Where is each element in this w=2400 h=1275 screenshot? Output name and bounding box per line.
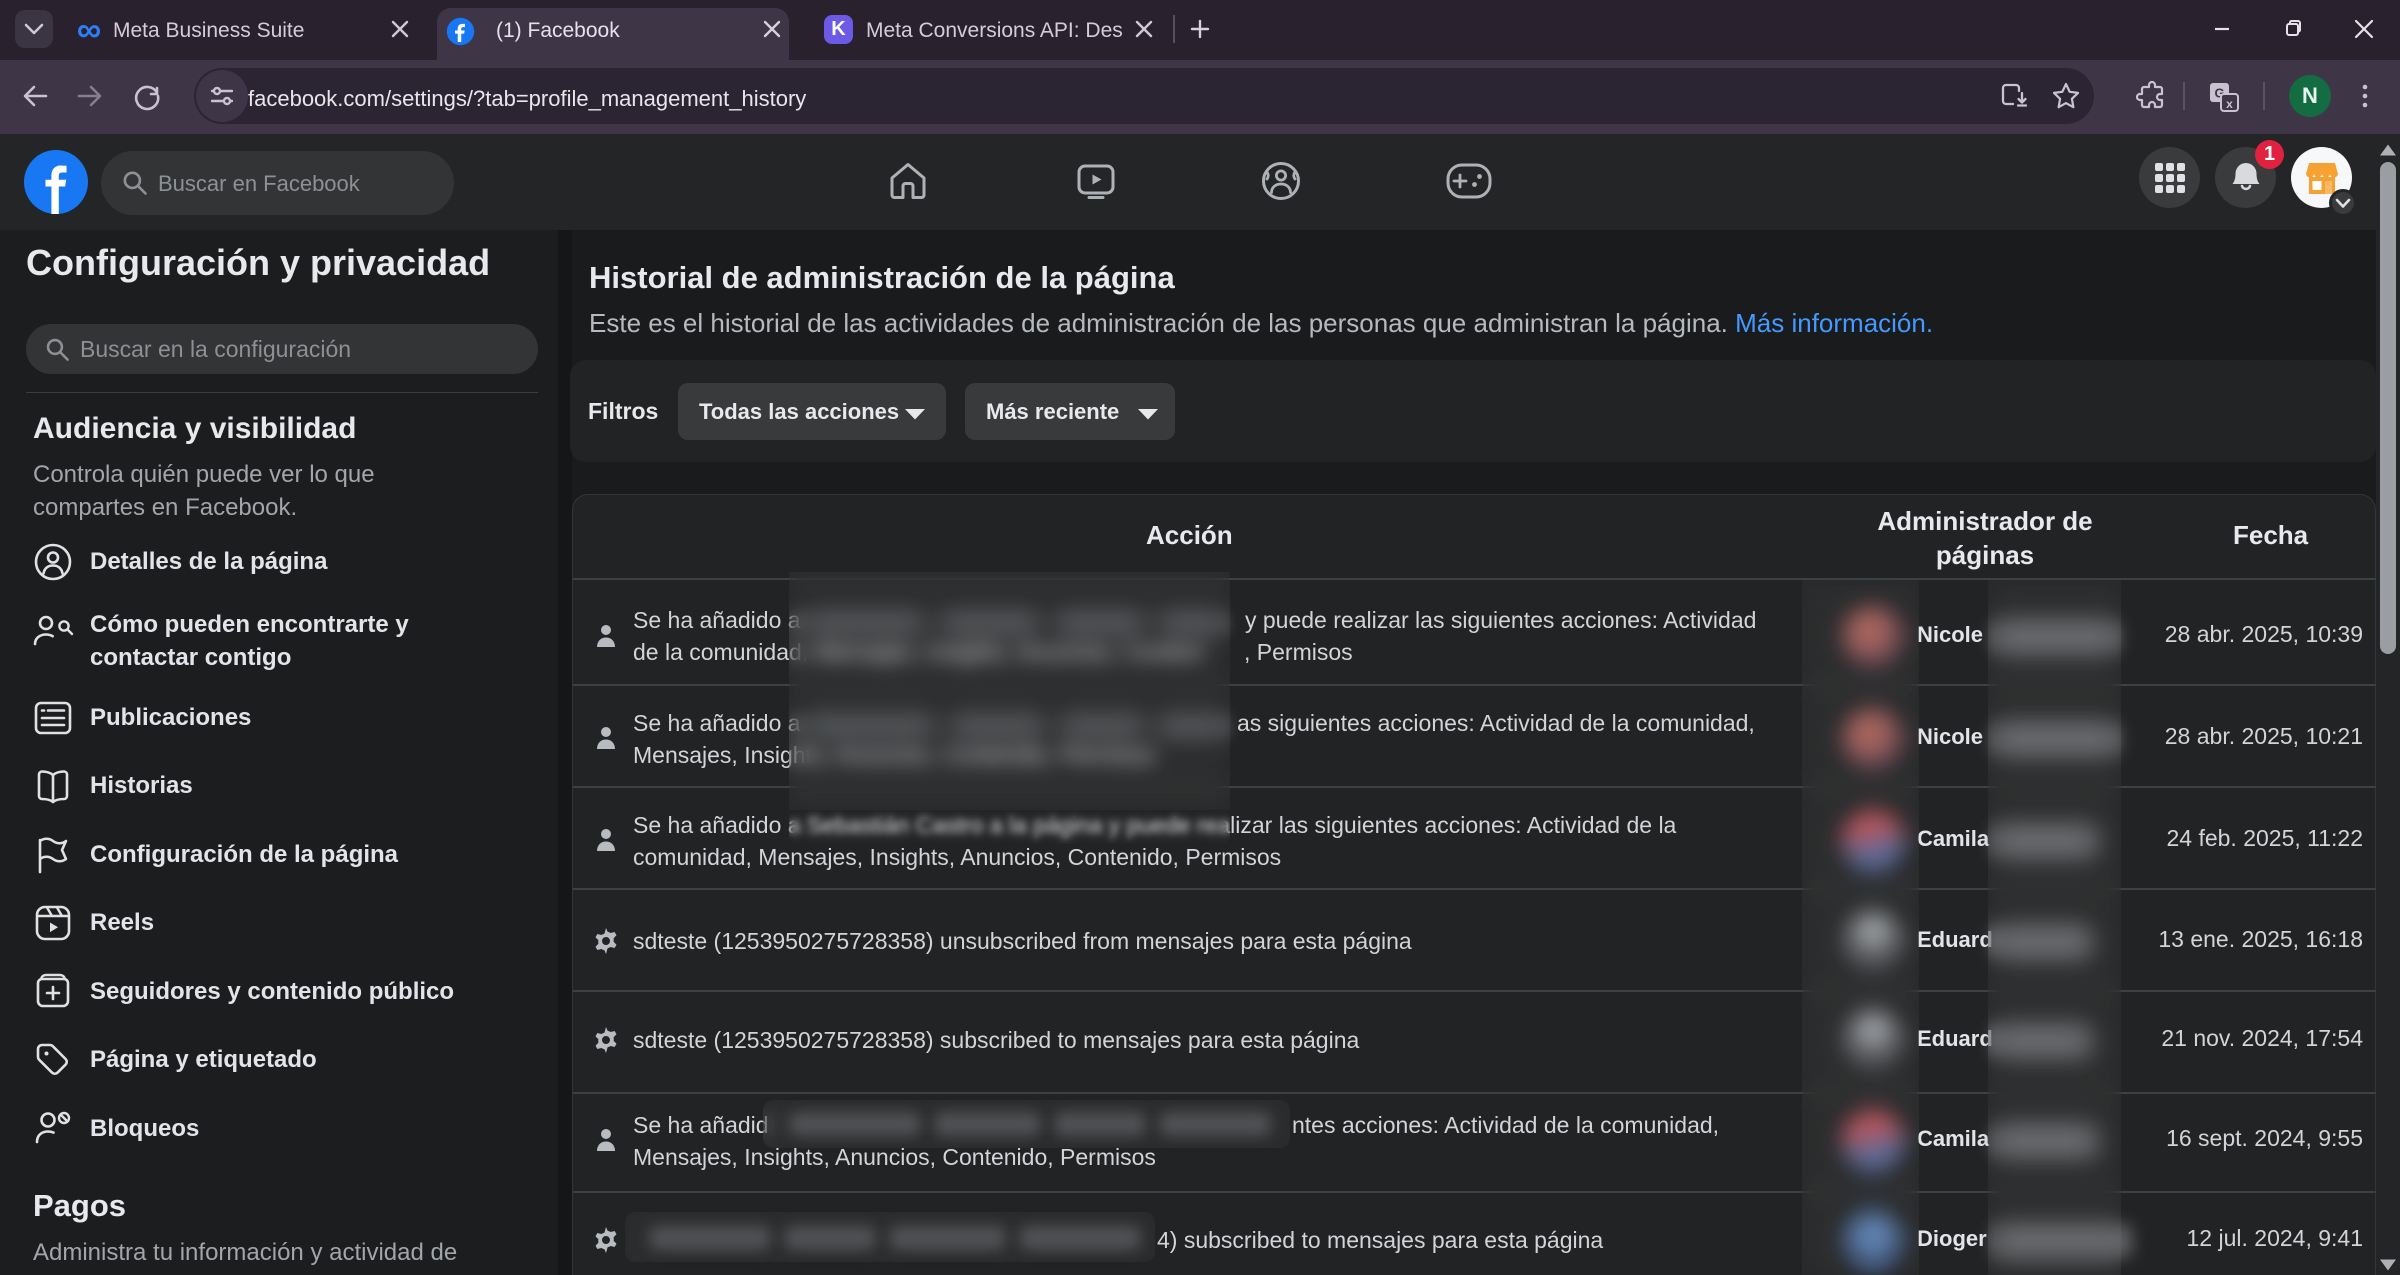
svg-text:x: x bbox=[2226, 97, 2233, 111]
